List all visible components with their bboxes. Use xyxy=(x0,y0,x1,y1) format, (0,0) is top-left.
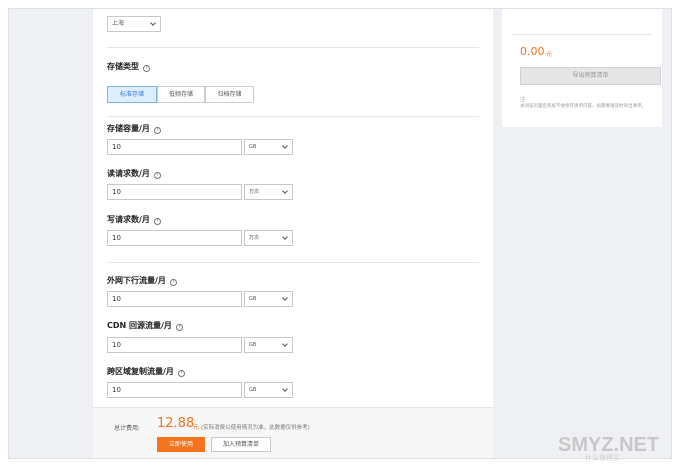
help-icon[interactable]: ? xyxy=(153,172,161,179)
storage-type-option-infrequent[interactable]: 低频存储 xyxy=(157,86,205,103)
budget-summary-panel: 0.00 元 导出预算清单 注 关闭该页面后系统不会保存清单内容，如需要请及时导… xyxy=(502,9,662,127)
chevron-down-icon xyxy=(282,386,288,392)
unit-select-value: 万次 xyxy=(249,235,260,241)
panel-divider xyxy=(512,34,652,35)
cdn-origin-traffic-unit-select[interactable]: GB xyxy=(244,337,293,353)
page-frame: 上海 存储类型? 标准存储 低频存储 归档存储 存储容量/月? 10 GB 读请… xyxy=(8,8,672,459)
field-label-cdn-origin-traffic: CDN 回源流量/月? xyxy=(107,320,183,331)
write-requests-unit-select[interactable]: 万次 xyxy=(244,230,293,246)
calculator-panel: 上海 存储类型? 标准存储 低频存储 归档存储 存储容量/月? 10 GB 读请… xyxy=(93,9,493,458)
watermark-subtext: 什么值得买 xyxy=(585,454,620,462)
chevron-down-icon xyxy=(150,20,156,26)
unit-select-value: GB xyxy=(249,144,257,150)
outbound-traffic-unit-select[interactable]: GB xyxy=(244,291,293,307)
field-label-storage-capacity: 存储容量/月? xyxy=(107,123,161,134)
section-divider xyxy=(107,262,479,263)
unit-select-value: 万次 xyxy=(249,189,260,195)
total-cost-note: (实际消费以使用情况为准，此数据仅供参考) xyxy=(201,425,310,431)
cross-region-replication-unit-select[interactable]: GB xyxy=(244,382,293,398)
help-icon[interactable]: ? xyxy=(175,324,183,331)
cross-region-replication-input[interactable]: 10 xyxy=(107,382,242,398)
chevron-down-icon xyxy=(282,341,288,347)
section-divider xyxy=(107,47,479,48)
write-requests-input[interactable]: 10 xyxy=(107,230,242,246)
help-icon[interactable]: ? xyxy=(143,65,150,72)
storage-capacity-unit-select[interactable]: GB xyxy=(244,139,293,155)
region-select-value: 上海 xyxy=(112,20,125,27)
note-title: 注 xyxy=(520,97,526,103)
read-requests-unit-select[interactable]: 万次 xyxy=(244,184,293,200)
storage-type-option-standard[interactable]: 标准存储 xyxy=(107,86,157,103)
field-label-cross-region-replication: 跨区域复制流量/月? xyxy=(107,366,185,377)
unit-select-value: GB xyxy=(249,387,257,393)
help-icon[interactable]: ? xyxy=(153,218,161,225)
summary-currency: 元 xyxy=(546,51,553,58)
help-icon[interactable]: ? xyxy=(177,370,185,377)
chevron-down-icon xyxy=(282,295,288,301)
chevron-down-icon xyxy=(282,143,288,149)
buy-now-button[interactable]: 立即使用 xyxy=(157,437,205,452)
storage-capacity-input[interactable]: 10 xyxy=(107,139,242,155)
storage-type-label: 存储类型? xyxy=(107,61,150,72)
summary-amount: 0.00 xyxy=(520,45,545,58)
help-icon[interactable]: ? xyxy=(169,279,177,286)
outbound-traffic-input[interactable]: 10 xyxy=(107,291,242,307)
note-text: 关闭该页面后系统不会保存清单内容，如需要请及时导出清单。 xyxy=(520,104,646,109)
region-select[interactable]: 上海 xyxy=(107,16,161,32)
storage-type-option-archive[interactable]: 归档存储 xyxy=(205,86,254,103)
read-requests-input[interactable]: 10 xyxy=(107,184,242,200)
chevron-down-icon xyxy=(282,234,288,240)
total-cost-label: 总计费用: xyxy=(114,425,141,432)
section-divider xyxy=(107,116,479,117)
field-label-read-requests: 读请求数/月? xyxy=(107,168,161,179)
export-budget-button[interactable]: 导出预算清单 xyxy=(520,67,661,85)
chevron-down-icon xyxy=(282,188,288,194)
unit-select-value: GB xyxy=(249,296,257,302)
total-cost-currency: 元 xyxy=(193,424,200,431)
field-label-write-requests: 写请求数/月? xyxy=(107,214,161,225)
cdn-origin-traffic-input[interactable]: 10 xyxy=(107,337,242,353)
help-icon[interactable]: ? xyxy=(153,127,161,134)
add-to-budget-button[interactable]: 加入预算清单 xyxy=(211,437,271,452)
unit-select-value: GB xyxy=(249,342,257,348)
field-label-outbound-traffic: 外网下行流量/月? xyxy=(107,275,177,286)
total-cost-bar: 总计费用: 12.88 元 (实际消费以使用情况为准，此数据仅供参考) 立即使用… xyxy=(93,407,493,458)
total-cost-amount: 12.88 xyxy=(157,416,195,431)
